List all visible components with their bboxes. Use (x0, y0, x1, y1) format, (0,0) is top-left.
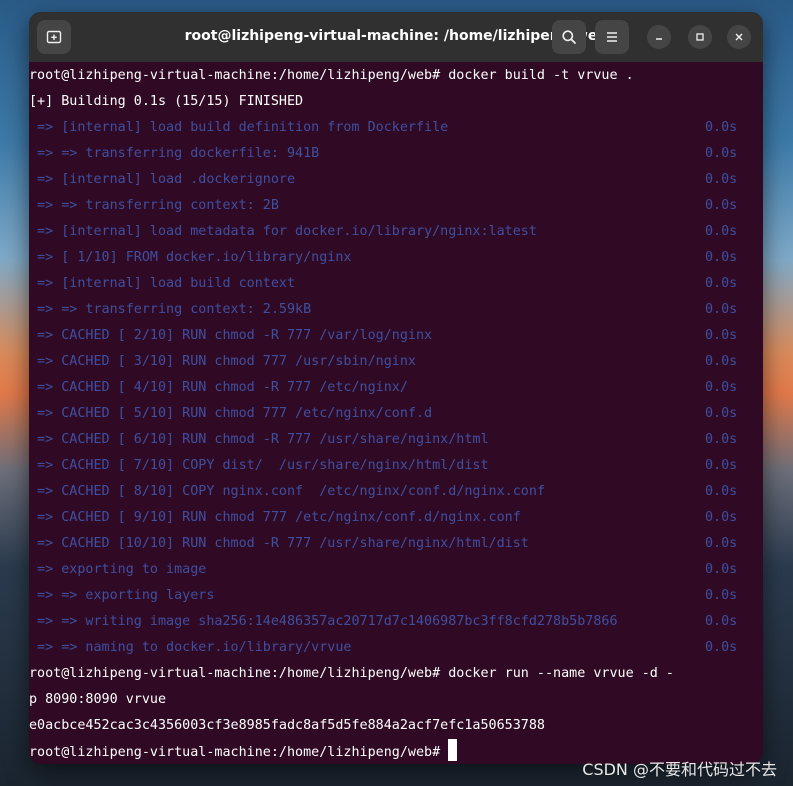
build-step-line: => => writing image sha256:14e486357ac20… (29, 609, 737, 635)
build-step-text: => => transferring context: 2.59kB (29, 302, 312, 317)
build-step-time: 0.0s (705, 172, 738, 187)
build-step-line: => CACHED [ 4/10] RUN chmod -R 777 /etc/… (29, 375, 737, 401)
build-step-line: => => transferring context: 2.59kB 0.0s (29, 297, 737, 323)
search-icon (562, 30, 576, 44)
menu-button[interactable] (595, 20, 629, 54)
minimize-button[interactable] (647, 25, 671, 49)
build-step-time: 0.0s (705, 406, 738, 421)
build-step-line: => [ 1/10] FROM docker.io/library/nginx 0… (29, 245, 737, 271)
build-step-time: 0.0s (705, 146, 738, 161)
command-line-run: root@lizhipeng-virtual-machine:/home/liz… (29, 666, 674, 681)
build-status: [+] Building 0.1s (15/15) FINISHED (29, 94, 304, 109)
title-bar: root@lizhipeng-virtual-machine: /home/li… (29, 12, 763, 62)
build-step-line: => CACHED [ 5/10] RUN chmod 777 /etc/ngi… (29, 401, 737, 427)
build-step-text: => => transferring dockerfile: 941B (29, 146, 320, 161)
build-step-text: => CACHED [ 8/10] COPY nginx.conf /etc/n… (29, 484, 545, 499)
build-step-time: 0.0s (705, 432, 738, 447)
build-step-text: => [internal] load build context (29, 276, 296, 291)
close-icon (735, 33, 743, 41)
build-step-line: => CACHED [ 8/10] COPY nginx.conf /etc/n… (29, 479, 737, 505)
build-step-text: => => naming to docker.io/library/vrvue (29, 640, 352, 655)
new-tab-button[interactable] (37, 20, 71, 54)
build-step-time: 0.0s (705, 510, 738, 525)
build-step-text: => [internal] load .dockerignore (29, 172, 296, 187)
build-step-line: => CACHED [ 7/10] COPY dist/ /usr/share/… (29, 453, 737, 479)
watermark: CSDN @不要和代码过不去 (582, 760, 777, 779)
build-step-text: => CACHED [ 4/10] RUN chmod -R 777 /etc/… (29, 380, 408, 395)
build-step-line: => => exporting layers 0.0s (29, 583, 737, 609)
prompt-text: root@lizhipeng-virtual-machine:/home/liz… (29, 745, 449, 760)
maximize-icon (696, 33, 704, 41)
build-step-time: 0.0s (705, 302, 738, 317)
command-line-run-continued: p 8090:8090 vrvue (29, 692, 167, 707)
command-line-build: root@lizhipeng-virtual-machine:/home/liz… (29, 68, 634, 83)
build-step-line: => CACHED [10/10] RUN chmod -R 777 /usr/… (29, 531, 737, 557)
build-step-text: => CACHED [ 5/10] RUN chmod 777 /etc/ngi… (29, 406, 433, 421)
build-step-text: => CACHED [ 6/10] RUN chmod -R 777 /usr/… (29, 432, 489, 447)
build-step-time: 0.0s (705, 458, 738, 473)
build-step-time: 0.0s (705, 250, 738, 265)
maximize-button[interactable] (688, 25, 712, 49)
build-step-time: 0.0s (705, 328, 738, 343)
build-step-line: => [internal] load build definition from… (29, 115, 737, 141)
build-step-text: => exporting to image (29, 562, 207, 577)
build-step-line: => CACHED [ 6/10] RUN chmod -R 777 /usr/… (29, 427, 737, 453)
build-step-time: 0.0s (705, 536, 738, 551)
build-step-line: => CACHED [ 3/10] RUN chmod 777 /usr/sbi… (29, 349, 737, 375)
search-button[interactable] (552, 20, 586, 54)
minimize-icon (656, 38, 662, 40)
build-step-time: 0.0s (705, 354, 738, 369)
build-step-text: => CACHED [ 3/10] RUN chmod 777 /usr/sbi… (29, 354, 416, 369)
build-step-text: => => transferring context: 2B (29, 198, 279, 213)
hamburger-menu-icon (607, 32, 617, 42)
build-step-text: => CACHED [ 7/10] COPY dist/ /usr/share/… (29, 458, 489, 473)
build-step-time: 0.0s (705, 484, 738, 499)
build-step-time: 0.0s (705, 380, 738, 395)
build-step-text: => => writing image sha256:14e486357ac20… (29, 614, 618, 629)
container-id: e0acbce452cac3c4356003cf3e8985fadc8af5d5… (29, 718, 545, 733)
terminal-window: root@lizhipeng-virtual-machine: /home/li… (29, 12, 763, 764)
build-step-text: => CACHED [ 9/10] RUN chmod 777 /etc/ngi… (29, 510, 521, 525)
build-step-time: 0.0s (705, 120, 738, 135)
new-tab-icon (46, 30, 62, 44)
build-step-line: => [internal] load .dockerignore 0.0s (29, 167, 737, 193)
build-step-text: => => exporting layers (29, 588, 215, 603)
build-step-line: => CACHED [ 9/10] RUN chmod 777 /etc/ngi… (29, 505, 737, 531)
build-step-text: => [ 1/10] FROM docker.io/library/nginx (29, 250, 352, 265)
build-step-time: 0.0s (705, 224, 738, 239)
build-step-line: => => transferring context: 2B 0.0s (29, 193, 737, 219)
close-button[interactable] (727, 25, 751, 49)
build-step-text: => CACHED [ 2/10] RUN chmod -R 777 /var/… (29, 328, 433, 343)
text-cursor (448, 739, 458, 761)
build-step-time: 0.0s (705, 588, 738, 603)
build-step-time: 0.0s (705, 562, 738, 577)
build-step-line: => [internal] load metadata for docker.i… (29, 219, 737, 245)
command-prompt[interactable]: root@lizhipeng-virtual-machine:/home/liz… (29, 739, 458, 764)
build-step-text: => [internal] load metadata for docker.i… (29, 224, 537, 239)
build-step-line: => [internal] load build context 0.0s (29, 271, 737, 297)
build-step-line: => exporting to image 0.0s (29, 557, 737, 583)
build-step-time: 0.0s (705, 276, 738, 291)
build-step-text: => [internal] load build definition from… (29, 120, 449, 135)
build-step-time: 0.0s (705, 640, 738, 655)
build-step-line: => => transferring dockerfile: 941B 0.0s (29, 141, 737, 167)
build-step-line: => => naming to docker.io/library/vrvue 0… (29, 635, 737, 661)
build-step-line: => CACHED [ 2/10] RUN chmod -R 777 /var/… (29, 323, 737, 349)
build-step-text: => CACHED [10/10] RUN chmod -R 777 /usr/… (29, 536, 529, 551)
build-step-time: 0.0s (705, 614, 738, 629)
terminal-output[interactable]: root@lizhipeng-virtual-machine:/home/liz… (29, 62, 763, 764)
build-step-time: 0.0s (705, 198, 738, 213)
